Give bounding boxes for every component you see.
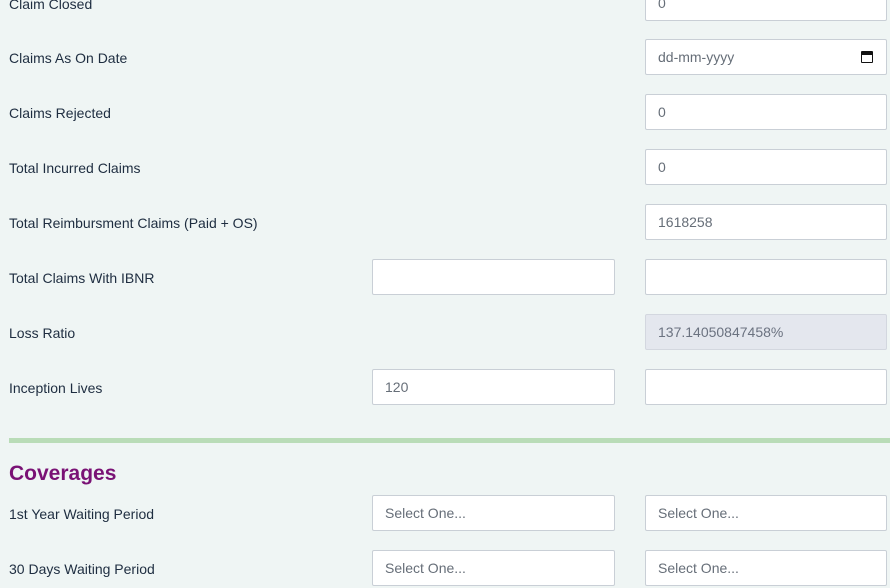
coverages-heading: Coverages — [9, 462, 117, 485]
total-incurred-claims-input[interactable]: 0 — [645, 149, 887, 185]
total-claims-ibnr-label: Total Claims With IBNR — [9, 270, 155, 286]
total-incurred-claims-row: Total Incurred Claims 0 — [0, 149, 890, 187]
total-claims-ibnr-input-1[interactable] — [372, 259, 615, 295]
claims-rejected-input[interactable]: 0 — [645, 94, 887, 130]
total-incurred-claims-label: Total Incurred Claims — [9, 160, 141, 176]
thirty-days-waiting-period-row: 30 Days Waiting Period Select One... Sel… — [0, 550, 890, 588]
first-year-waiting-period-row: 1st Year Waiting Period Select One... Se… — [0, 495, 890, 533]
first-year-waiting-period-select-2[interactable]: Select One... — [645, 495, 887, 531]
claims-as-on-date-input[interactable]: dd-mm-yyyy — [645, 39, 887, 75]
thirty-days-waiting-period-label: 30 Days Waiting Period — [9, 561, 155, 577]
thirty-days-waiting-period-select-1[interactable]: Select One... — [372, 550, 615, 586]
total-claims-ibnr-input-2[interactable] — [645, 259, 887, 295]
claims-as-on-date-label: Claims As On Date — [9, 50, 128, 66]
first-year-waiting-period-select-1[interactable]: Select One... — [372, 495, 615, 531]
claim-closed-input[interactable]: 0 — [645, 0, 887, 21]
claims-rejected-label: Claims Rejected — [9, 105, 111, 121]
thirty-days-waiting-period-select-2[interactable]: Select One... — [645, 550, 887, 586]
inception-lives-input-2[interactable] — [645, 369, 887, 405]
loss-ratio-row: Loss Ratio 137.14050847458% — [0, 314, 890, 352]
claims-rejected-row: Claims Rejected 0 — [0, 94, 890, 132]
inception-lives-label: Inception Lives — [9, 380, 103, 396]
total-reimbursement-claims-row: Total Reimbursment Claims (Paid + OS) 16… — [0, 204, 890, 242]
total-reimbursement-claims-input[interactable]: 1618258 — [645, 204, 887, 240]
loss-ratio-input: 137.14050847458% — [645, 314, 887, 350]
date-placeholder: dd-mm-yyyy — [658, 49, 735, 65]
section-divider — [9, 438, 890, 443]
total-claims-ibnr-row: Total Claims With IBNR — [0, 259, 890, 297]
loss-ratio-label: Loss Ratio — [9, 325, 76, 341]
claim-closed-label: Claim Closed — [9, 0, 93, 12]
calendar-icon[interactable] — [861, 51, 873, 63]
claim-closed-row: Claim Closed 0 — [0, 0, 890, 23]
total-reimbursement-claims-label: Total Reimbursment Claims (Paid + OS) — [9, 215, 258, 231]
first-year-waiting-period-label: 1st Year Waiting Period — [9, 506, 155, 522]
inception-lives-row: Inception Lives 120 — [0, 369, 890, 407]
inception-lives-input-1[interactable]: 120 — [372, 369, 615, 405]
claims-as-on-date-row: Claims As On Date dd-mm-yyyy — [0, 39, 890, 77]
